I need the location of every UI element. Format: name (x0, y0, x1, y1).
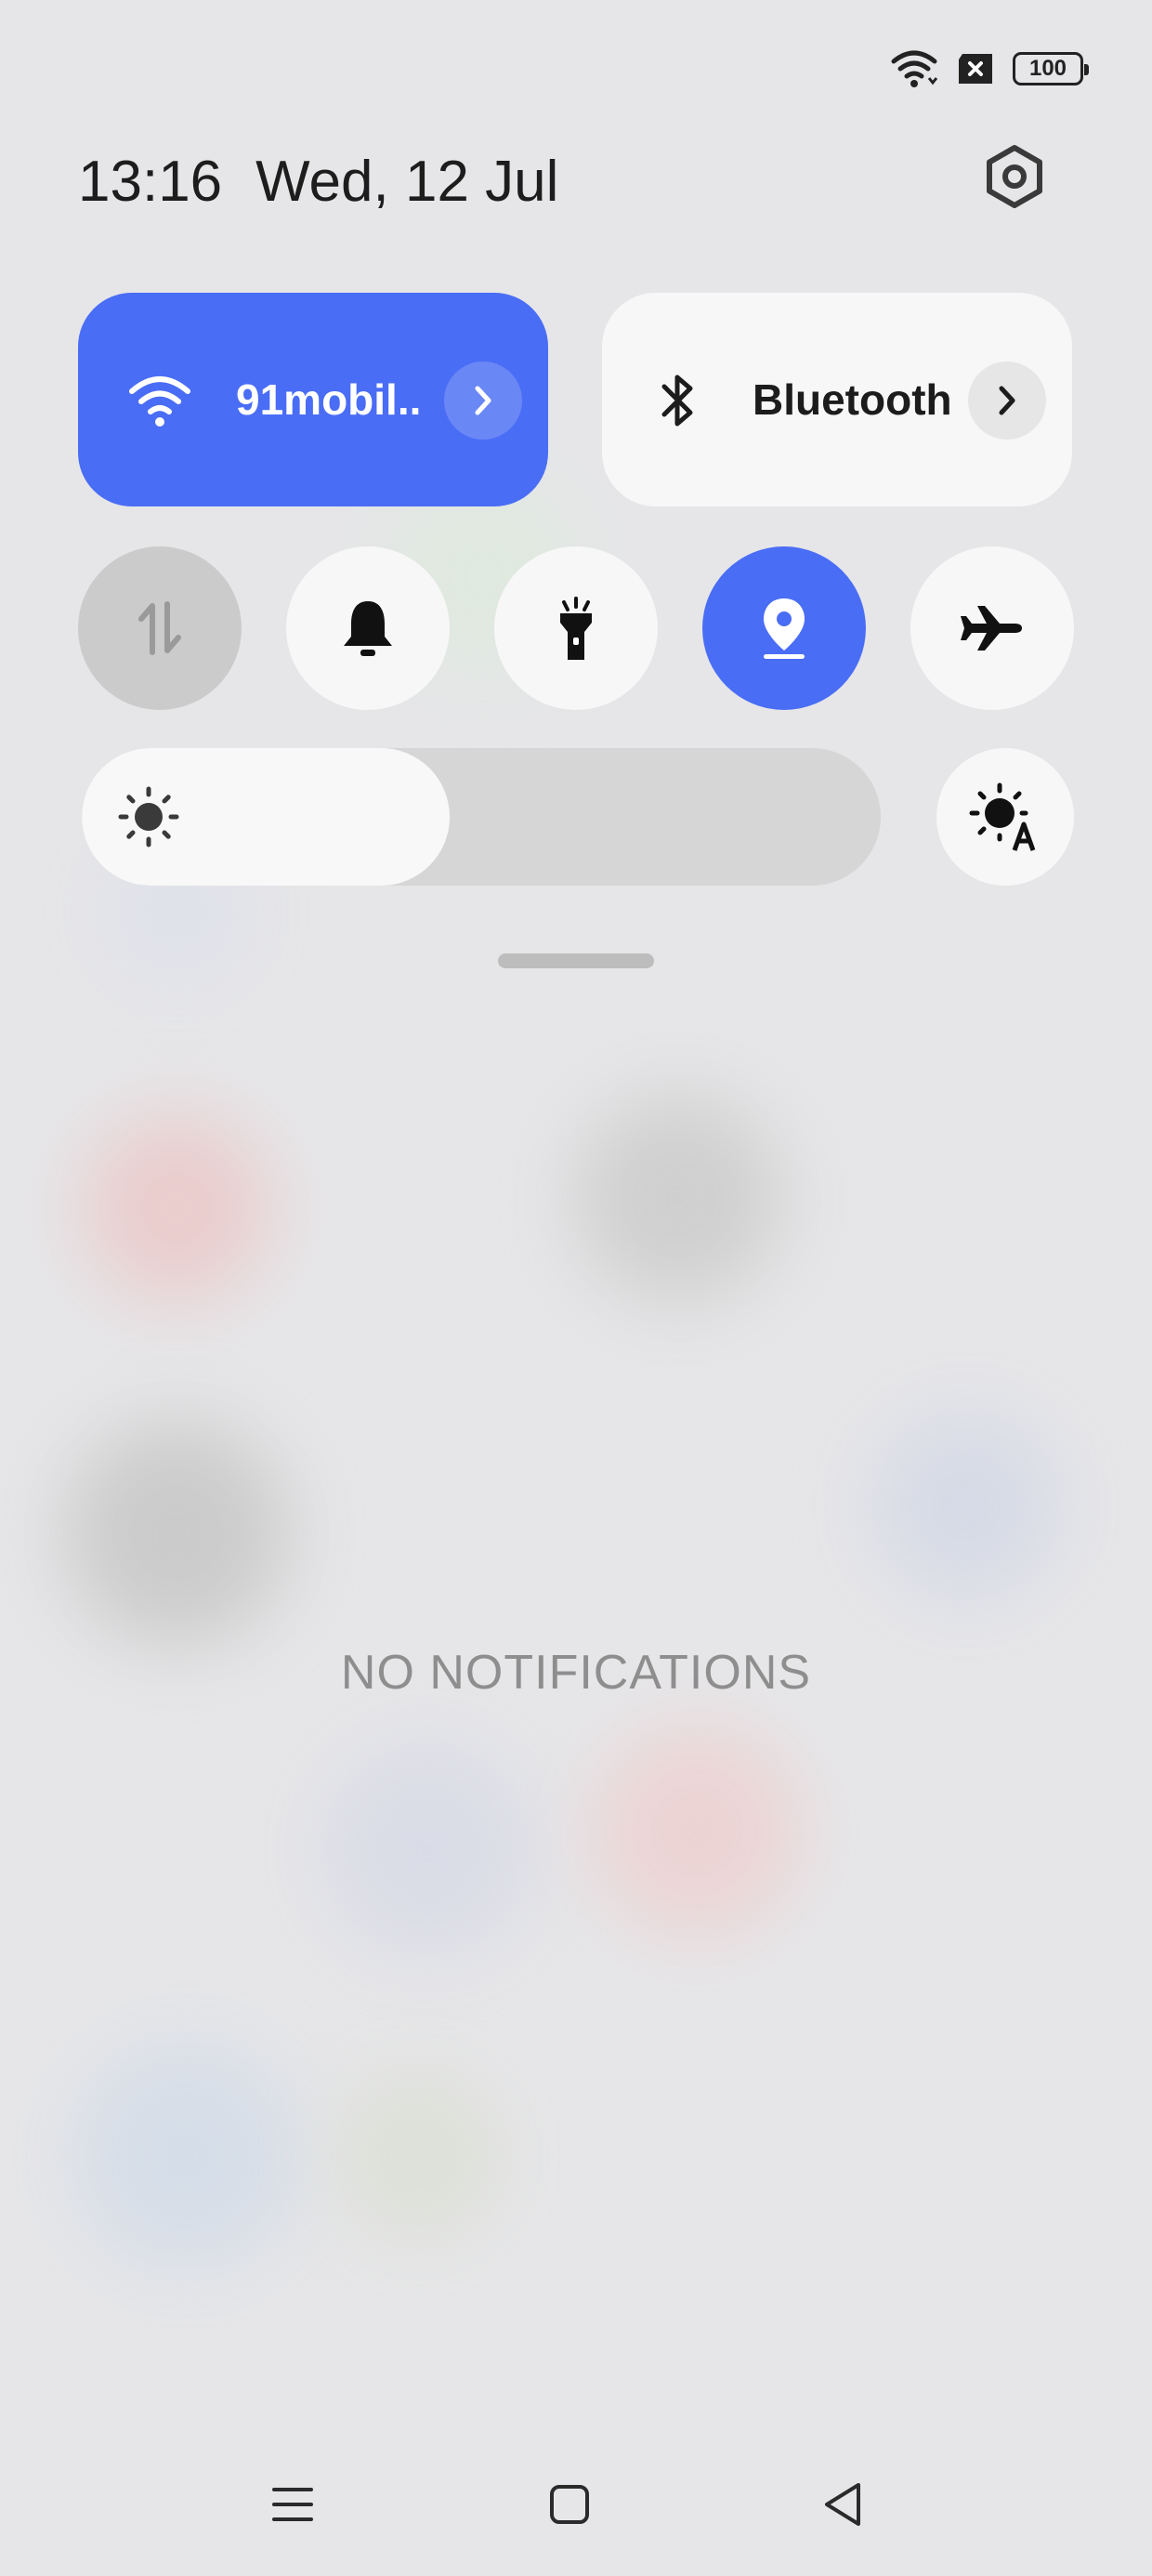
quick-settings-panel: 100 13:16 Wed, 12 Jul 91mobil.. Bluetoot… (0, 0, 1152, 2576)
home-button[interactable] (528, 2463, 611, 2546)
clock-time: 13:16 (78, 150, 223, 214)
panel-drag-handle[interactable] (498, 953, 654, 968)
sound-toggle[interactable] (286, 546, 450, 710)
bluetooth-tile[interactable]: Bluetooth (602, 293, 1072, 506)
auto-brightness-icon (969, 782, 1036, 851)
location-pin-icon (764, 598, 805, 659)
mobile-data-toggle[interactable] (78, 546, 242, 710)
wifi-network-name: 91mobil.. (236, 375, 422, 424)
recent-apps-button[interactable] (251, 2463, 334, 2546)
bluetooth-label: Bluetooth (753, 375, 952, 424)
navigation-bar (0, 2463, 1152, 2546)
bluetooth-details-button[interactable] (968, 361, 1046, 440)
back-icon (825, 2483, 860, 2526)
flashlight-toggle[interactable] (494, 546, 658, 710)
gear-icon (987, 145, 1042, 208)
chevron-right-icon (999, 386, 1015, 415)
mobile-data-icon (138, 601, 181, 655)
auto-brightness-button[interactable] (936, 748, 1074, 886)
no-notifications-label: NO NOTIFICATIONS (340, 1646, 812, 1700)
no-sim-icon (959, 54, 992, 84)
home-icon (550, 2485, 589, 2524)
battery-level: 100 (1028, 56, 1067, 81)
brightness-slider[interactable] (82, 748, 881, 886)
brightness-icon (118, 786, 179, 848)
settings-button[interactable] (977, 139, 1052, 214)
wifi-tile[interactable]: 91mobil.. (78, 293, 548, 506)
battery-icon: 100 (1013, 52, 1089, 85)
bluetooth-icon (645, 367, 712, 434)
wifi-details-button[interactable] (444, 361, 522, 440)
clock-date: 13:16 Wed, 12 Jul (78, 149, 558, 215)
flashlight-icon (560, 597, 592, 660)
airplane-mode-toggle[interactable] (910, 546, 1074, 710)
location-toggle[interactable] (702, 546, 866, 710)
menu-icon (272, 2488, 313, 2521)
airplane-icon (961, 606, 1022, 651)
chevron-right-icon (475, 386, 491, 415)
status-bar: 100 (890, 45, 1089, 93)
wifi-icon (126, 367, 193, 434)
back-button[interactable] (801, 2463, 884, 2546)
bell-icon (344, 601, 392, 656)
date-text: Wed, 12 Jul (255, 150, 559, 214)
wifi-icon (891, 50, 938, 87)
